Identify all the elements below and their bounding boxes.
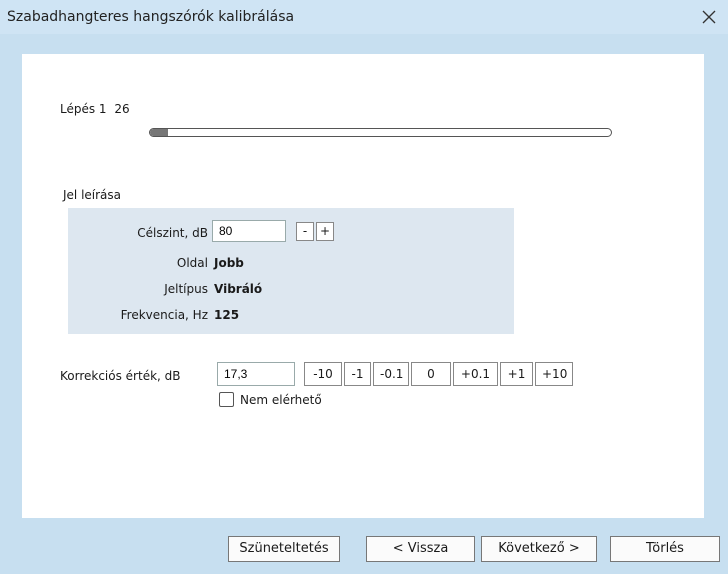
title-bar: Szabadhangteres hangszórók kalibrálása — [0, 0, 728, 34]
next-button[interactable]: Következő > — [481, 536, 597, 562]
frequency-value: 125 — [214, 308, 240, 322]
step-total: 26 — [114, 102, 130, 116]
delete-button[interactable]: Törlés — [610, 536, 720, 562]
target-level-label: Célszint, dB — [137, 226, 208, 240]
signal-type-label: Jeltípus — [164, 282, 208, 296]
correction-step-button[interactable]: -1 — [344, 362, 371, 386]
signal-type-value: Vibráló — [214, 282, 263, 296]
target-decrease-button[interactable]: - — [296, 222, 314, 241]
side-value: Jobb — [214, 256, 244, 270]
correction-step-button[interactable]: 0 — [411, 362, 451, 386]
target-level-input[interactable] — [212, 220, 286, 242]
signal-section-label: Jel leírása — [63, 188, 122, 202]
close-button[interactable] — [690, 0, 728, 34]
progress-bar — [149, 128, 612, 137]
unavailable-checkbox[interactable] — [219, 392, 234, 407]
progress-fill — [150, 129, 169, 136]
unavailable-option[interactable]: Nem elérhető — [219, 392, 322, 407]
correction-step-button[interactable]: +10 — [535, 362, 573, 386]
correction-input[interactable] — [217, 362, 295, 386]
correction-label: Korrekciós érték, dB — [60, 369, 181, 383]
footer-bar: Szüneteltetés < Vissza Következő > Törlé… — [0, 518, 728, 574]
step-label: Lépés 1 — [60, 102, 107, 116]
correction-step-button[interactable]: +0.1 — [453, 362, 498, 386]
correction-step-button[interactable]: -10 — [304, 362, 342, 386]
pause-button[interactable]: Szüneteltetés — [228, 536, 340, 562]
correction-step-button[interactable]: -0.1 — [373, 362, 409, 386]
correction-step-button[interactable]: +1 — [500, 362, 533, 386]
side-label: Oldal — [176, 256, 208, 270]
frequency-label: Frekvencia, Hz — [120, 308, 208, 322]
calibration-dialog: Szabadhangteres hangszórók kalibrálása L… — [0, 0, 728, 574]
signal-description-panel: Célszint, dB - + Oldal Jobb Jeltípus Vib… — [68, 208, 514, 334]
target-increase-button[interactable]: + — [316, 222, 334, 241]
back-button[interactable]: < Vissza — [366, 536, 475, 562]
unavailable-label: Nem elérhető — [240, 392, 322, 407]
close-icon — [702, 10, 716, 24]
content-panel: Lépés 1 26 Jel leírása Célszint, dB - + … — [22, 54, 704, 518]
window-title: Szabadhangteres hangszórók kalibrálása — [7, 9, 295, 25]
step-indicator: Lépés 1 26 — [60, 102, 134, 116]
correction-step-buttons: -10 -1 -0.1 0 +0.1 +1 +10 — [304, 362, 573, 386]
